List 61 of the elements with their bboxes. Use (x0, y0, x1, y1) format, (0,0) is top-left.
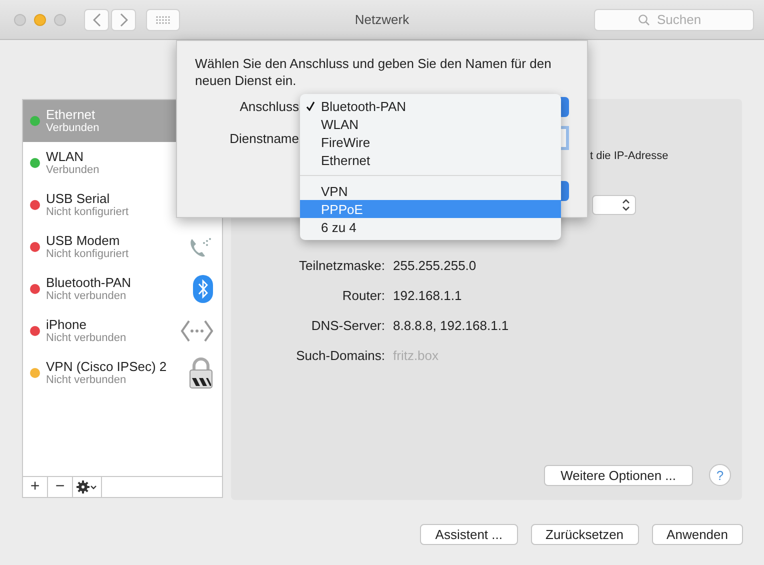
service-status: Nicht konfiguriert (46, 248, 130, 261)
service-status: Nicht verbunden (46, 374, 128, 387)
close-button[interactable] (14, 14, 26, 26)
service-item[interactable]: iPhone Nicht verbunden (23, 310, 222, 352)
menu-item[interactable]: WLAN (300, 115, 561, 133)
connection-icon (180, 319, 214, 343)
service-status: Nicht konfiguriert (46, 206, 130, 219)
back-button[interactable] (84, 8, 109, 30)
chevron-updown-icon (622, 199, 630, 211)
more-options-button[interactable]: Weitere Optionen ... (544, 464, 693, 486)
service-name: Ethernet (46, 107, 96, 122)
show-all-button[interactable] (146, 8, 180, 30)
service-item[interactable]: USB Modem Nicht konfiguriert (23, 226, 222, 268)
service-item[interactable]: USB Serial Nicht konfiguriert (23, 184, 222, 226)
info-text: t die IP-Adresse (590, 150, 668, 162)
field-label: Anschluss (240, 99, 299, 114)
bluetooth-icon (192, 274, 214, 304)
service-name: WLAN (46, 149, 85, 164)
forward-button[interactable] (111, 8, 136, 30)
menu-item[interactable]: 6 zu 4 (300, 218, 561, 236)
menu-item[interactable]: FireWire (300, 133, 561, 151)
field-label: DNS-Server: (310, 318, 385, 334)
gear-icon (76, 480, 98, 494)
lock-icon (188, 357, 214, 389)
service-status: Verbunden (46, 122, 100, 135)
service-name: Bluetooth-PAN (46, 275, 132, 290)
minimize-button[interactable] (34, 14, 46, 26)
service-status: Nicht verbunden (46, 290, 128, 303)
field-value: 192.168.1.1 (393, 288, 463, 304)
field-value: fritz.box (393, 348, 440, 364)
footer-button[interactable]: Anwenden (652, 524, 743, 545)
field-label: Teilnetzmaske: (298, 258, 385, 274)
service-name: USB Modem (46, 233, 121, 248)
zoom-button[interactable] (54, 14, 66, 26)
service-item[interactable]: WLAN Verbunden (23, 142, 222, 184)
menu-item[interactable]: VPN (300, 182, 561, 200)
field-value: 255.255.255.0 (393, 258, 478, 274)
chevron-left-icon (92, 12, 100, 26)
popup-select[interactable] (592, 195, 636, 215)
checkmark-icon (306, 101, 315, 111)
field-label: Router: (341, 288, 385, 304)
chevron-right-icon (120, 12, 128, 26)
footer-button[interactable]: Assistent ... (420, 524, 518, 545)
menu-item[interactable]: Bluetooth-PAN (300, 97, 561, 115)
field-value: 8.8.8.8, 192.168.1.1 (393, 318, 509, 334)
service-name: USB Serial (46, 191, 111, 206)
service-status: Verbunden (46, 164, 100, 177)
service-status: Nicht verbunden (46, 332, 128, 345)
grid-icon (156, 16, 170, 24)
search-field[interactable]: Suchen (594, 8, 754, 30)
field-label: Dienstname (230, 131, 299, 146)
service-name: iPhone (46, 317, 88, 332)
sheet-message: Wählen Sie den Anschluss und geben Sie den Namen für den neuen Dienst ein. (195, 55, 552, 89)
service-name: VPN (Cisco IPSec) 2 (46, 359, 168, 374)
service-item[interactable]: VPN (Cisco IPSec) 2 Nicht verbunden (23, 352, 222, 394)
field-label: Such-Domains: (295, 348, 385, 364)
menu-item[interactable]: Ethernet (300, 151, 561, 169)
footer-button[interactable]: Zurücksetzen (530, 524, 639, 545)
search-icon (638, 14, 650, 26)
service-item[interactable]: Bluetooth-PAN Nicht verbunden (23, 268, 222, 310)
window-title: Netzwerk (354, 12, 410, 27)
